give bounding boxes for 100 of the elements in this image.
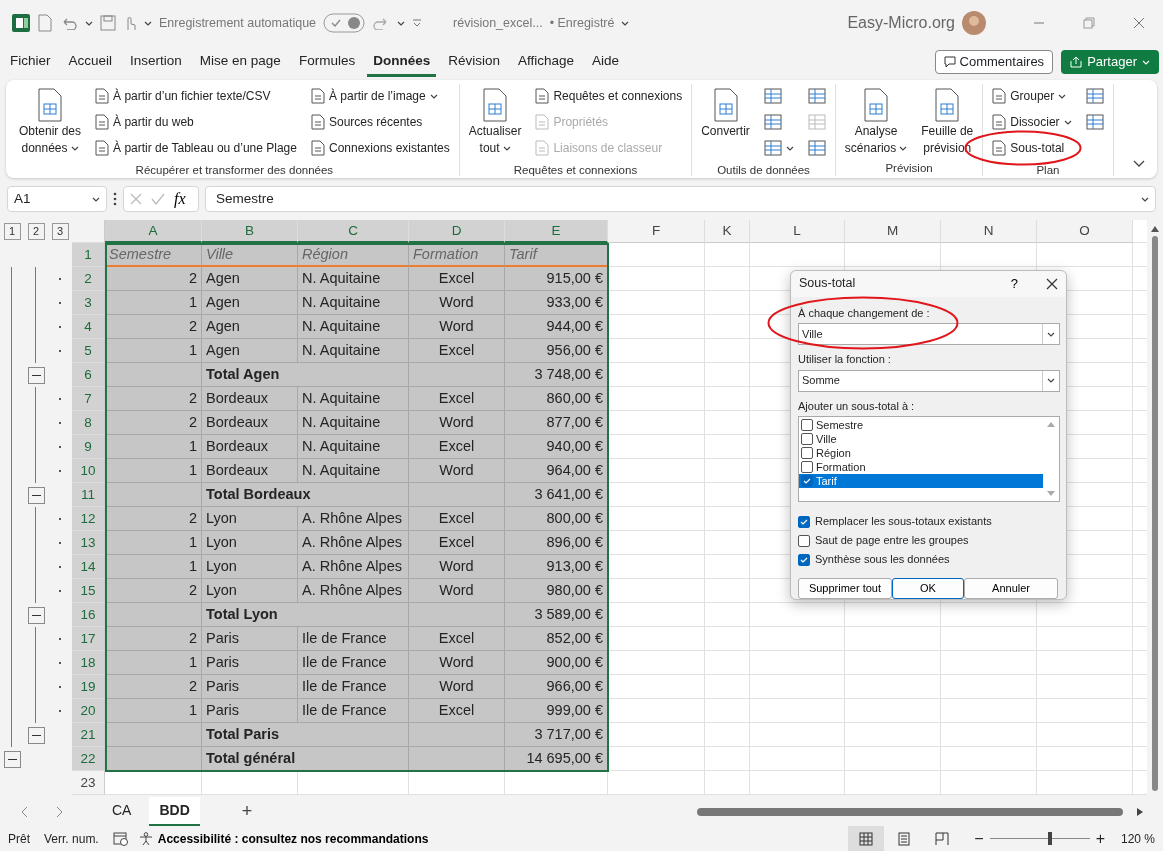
sheet-tab[interactable]: CA: [102, 797, 142, 826]
checkbox[interactable]: [801, 419, 813, 431]
row-header[interactable]: 11: [72, 483, 105, 507]
dropdown-field[interactable]: Somme: [798, 369, 1060, 392]
column-header[interactable]: D: [409, 220, 505, 243]
scroll-up-icon[interactable]: [1151, 226, 1159, 232]
column-header[interactable]: A: [105, 220, 202, 243]
row-header[interactable]: 16: [72, 603, 105, 627]
menu-tab[interactable]: Insertion: [124, 46, 188, 78]
collapse-ribbon-icon[interactable]: [1133, 160, 1145, 168]
column-header[interactable]: O: [1037, 220, 1133, 243]
zoom-in-button[interactable]: +: [1095, 826, 1105, 851]
column-header[interactable]: M: [845, 220, 941, 243]
checkbox[interactable]: [801, 461, 813, 473]
list-item[interactable]: Formation: [799, 460, 1043, 474]
ribbon-button[interactable]: Analyse scénarios: [841, 84, 911, 158]
slider-thumb[interactable]: [1047, 832, 1052, 845]
collapse-button[interactable]: [27, 366, 45, 384]
row-header[interactable]: 10: [72, 459, 105, 483]
row-header[interactable]: 14: [72, 555, 105, 579]
toggle-switch[interactable]: [323, 13, 366, 33]
check-icon[interactable]: [151, 193, 165, 205]
ribbon-button[interactable]: Requêtes et connexions: [532, 84, 686, 108]
checkbox[interactable]: [801, 475, 813, 487]
scrollbar-thumb[interactable]: [1152, 236, 1158, 791]
ribbon-button[interactable]: Connexions existantes: [307, 136, 453, 160]
column-header[interactable]: F: [608, 220, 705, 243]
ribbon-button[interactable]: Dissocier: [989, 110, 1075, 134]
checkbox[interactable]: [801, 433, 813, 445]
document-icon[interactable]: [37, 14, 53, 32]
dialog-button[interactable]: OK: [891, 578, 965, 599]
previous-sheet-icon[interactable]: [20, 805, 28, 818]
dialog-button[interactable]: Annuler: [964, 578, 1058, 599]
column-header[interactable]: C: [298, 220, 409, 243]
list-item[interactable]: Tarif: [799, 474, 1043, 488]
row-header[interactable]: 5: [72, 339, 105, 363]
column-header[interactable]: B: [202, 220, 298, 243]
row-header[interactable]: 22: [72, 747, 105, 771]
collapse-button[interactable]: [27, 486, 45, 504]
macro-record-icon[interactable]: [112, 831, 129, 846]
scroll-right-icon[interactable]: [1137, 807, 1143, 816]
checkbox[interactable]: [801, 447, 813, 459]
help-button[interactable]: ?: [1004, 273, 1024, 295]
comments-button[interactable]: Commentaires: [934, 50, 1054, 74]
ribbon-button[interactable]: À partir de l’image: [307, 84, 453, 108]
insert-function-button[interactable]: fx: [174, 187, 186, 211]
column-header[interactable]: N: [941, 220, 1037, 243]
ribbon-button[interactable]: Grouper: [989, 84, 1075, 108]
customize-icon[interactable]: [412, 18, 423, 28]
ribbon-button[interactable]: Obtenir des données: [16, 84, 85, 158]
collapse-button[interactable]: [27, 606, 45, 624]
column-header[interactable]: K: [705, 220, 750, 243]
cancel-icon[interactable]: [130, 193, 142, 205]
view-button[interactable]: [848, 826, 885, 851]
row-header[interactable]: 1: [72, 243, 105, 267]
zoom-out-button[interactable]: −: [974, 826, 984, 851]
list-item[interactable]: Ville: [799, 432, 1043, 446]
ribbon-button[interactable]: Convertir: [698, 84, 753, 141]
row-header[interactable]: 18: [72, 651, 105, 675]
ribbon-button[interactable]: À partir de Tableau ou d’une Plage: [92, 136, 300, 160]
avatar[interactable]: [962, 11, 986, 35]
menu-tab[interactable]: Données: [367, 46, 437, 78]
collapse-button[interactable]: [27, 726, 45, 744]
dropdown-field[interactable]: Ville: [798, 323, 1060, 345]
row-header[interactable]: 19: [72, 675, 105, 699]
menu-tab[interactable]: Fichier: [4, 46, 57, 78]
ribbon-button[interactable]: Actualiser tout: [465, 84, 525, 158]
restore-icon[interactable]: [1083, 17, 1095, 29]
row-header[interactable]: 17: [72, 627, 105, 651]
accessibility-button[interactable]: Accessibilité : consultez nos recommandations: [138, 829, 429, 848]
list-item[interactable]: Région: [799, 446, 1043, 460]
add-sheet-button[interactable]: +: [235, 797, 259, 826]
more-icon[interactable]: [113, 192, 117, 206]
row-header[interactable]: 3: [72, 291, 105, 315]
row-header[interactable]: 9: [72, 435, 105, 459]
next-sheet-icon[interactable]: [56, 805, 64, 818]
dialog-button[interactable]: Supprimer tout: [798, 578, 892, 599]
menu-tab[interactable]: Aide: [586, 46, 626, 78]
checkbox[interactable]: [798, 515, 810, 528]
menu-tab[interactable]: Affichage: [511, 46, 580, 78]
scroll-down-icon[interactable]: [1047, 491, 1055, 496]
zoom-level[interactable]: 120 %: [1120, 829, 1155, 848]
outline-level-button[interactable]: 3: [51, 223, 69, 240]
row-header[interactable]: 15: [72, 579, 105, 603]
scrollbar-thumb[interactable]: [697, 807, 1123, 816]
ribbon-button[interactable]: À partir du web: [92, 110, 300, 134]
row-header[interactable]: 23: [72, 771, 105, 795]
row-header[interactable]: 21: [72, 723, 105, 747]
column-header[interactable]: L: [750, 220, 845, 243]
share-button[interactable]: Partager: [1061, 50, 1159, 74]
sheet-tab[interactable]: BDD: [149, 797, 200, 826]
file-name[interactable]: révision_excel...: [453, 13, 543, 33]
row-header[interactable]: 8: [72, 411, 105, 435]
save-icon[interactable]: [100, 15, 116, 31]
row-header[interactable]: 20: [72, 699, 105, 723]
formula-field[interactable]: Semestre: [205, 186, 1156, 212]
checkbox[interactable]: [798, 534, 810, 547]
collapse-button[interactable]: [3, 750, 21, 768]
ribbon-button[interactable]: À partir d’un fichier texte/CSV: [92, 84, 300, 108]
row-header[interactable]: 7: [72, 387, 105, 411]
